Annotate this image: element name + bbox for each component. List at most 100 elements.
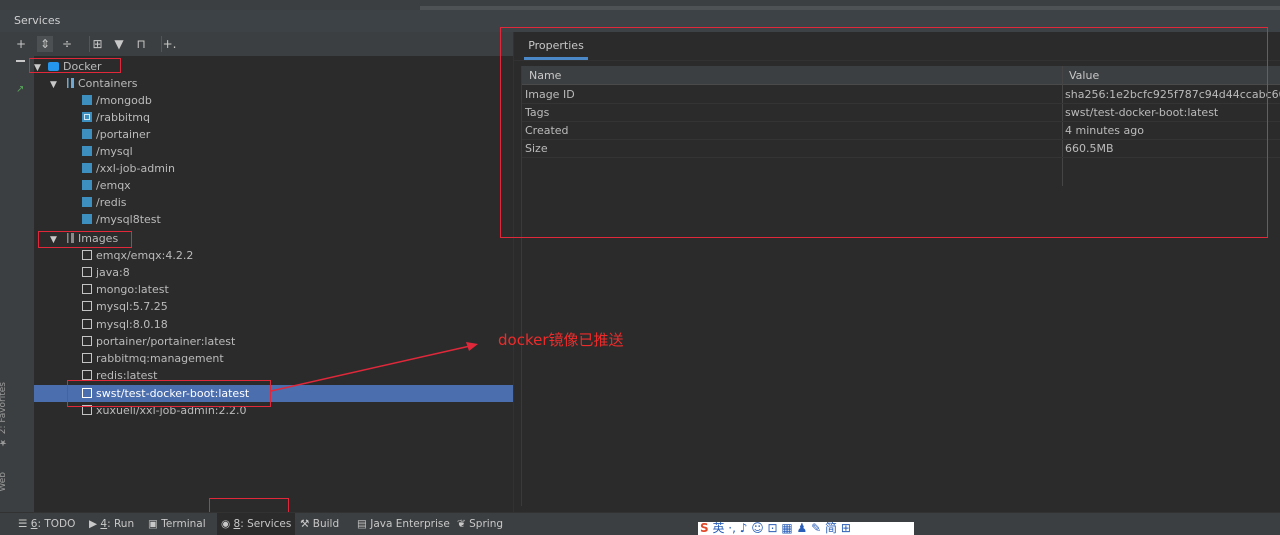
image-item[interactable]: portainer/portainer:latest [82, 333, 235, 350]
container-label: /mongodb [96, 94, 152, 107]
container-item[interactable]: /mongodb [82, 92, 152, 109]
todo-tab[interactable]: ☰ 6: TODO [18, 518, 75, 530]
container-label: /mysql [96, 145, 133, 158]
property-name: Created [525, 124, 569, 137]
table-row[interactable]: Size 660.5MB [522, 140, 1280, 158]
image-item[interactable]: emqx/emqx:4.2.2 [82, 247, 193, 264]
image-item[interactable]: xuxueli/xxl-job-admin:2.2.0 [82, 402, 247, 419]
image-label: redis:latest [96, 369, 158, 382]
image-icon [82, 353, 92, 363]
container-icon [82, 214, 92, 224]
image-label: mongo:latest [96, 283, 169, 296]
running-container-icon [82, 112, 92, 122]
image-label: mysql:5.7.25 [96, 300, 168, 313]
tree-node-images[interactable]: ▼ Images [50, 230, 118, 247]
column-header-value[interactable]: Value [1069, 69, 1099, 82]
services-tab[interactable]: ◉ 8: Services [217, 513, 296, 535]
table-header: Name Value [522, 66, 1280, 85]
image-label: mysql:8.0.18 [96, 318, 168, 331]
tab-label: Java Enterprise [370, 518, 450, 530]
container-icon [82, 163, 92, 173]
tree-label-docker: Docker [63, 60, 102, 73]
container-item[interactable]: /xxl-job-admin [82, 160, 175, 177]
services-toolbar: + ⇕ ÷ ⊞ ▼ ⊓ +. [9, 32, 513, 56]
terminal-tab[interactable]: ▣ Terminal [148, 518, 206, 530]
container-label: /portainer [96, 128, 151, 141]
layout-icon[interactable]: ⊓ [133, 36, 149, 52]
column-header-name[interactable]: Name [529, 69, 561, 82]
properties-table: Name Value Image ID sha256:1e2bcfc925f78… [521, 66, 1280, 506]
image-item[interactable]: mysql:5.7.25 [82, 298, 168, 315]
tab-properties[interactable]: Properties [524, 36, 588, 60]
images-icon [64, 233, 74, 243]
expand-arrow-icon[interactable]: ▼ [34, 60, 48, 77]
add-service-icon[interactable]: + [13, 36, 29, 52]
property-value: 4 minutes ago [1065, 124, 1144, 137]
table-row[interactable]: Image ID sha256:1e2bcfc925f787c94d44ccab… [522, 86, 1280, 104]
tab-label: Terminal [161, 518, 206, 530]
container-label: /xxl-job-admin [96, 162, 175, 175]
image-icon [82, 301, 92, 311]
image-label: rabbitmq:management [96, 352, 224, 365]
tree-node-docker[interactable]: ▼ Docker [34, 58, 102, 75]
container-label: /redis [96, 196, 127, 209]
container-icon [82, 180, 92, 190]
java-enterprise-tab[interactable]: ▤ Java Enterprise [357, 518, 450, 530]
container-item[interactable]: /mysql [82, 143, 133, 160]
hammer-icon: ⚒ [300, 518, 313, 530]
tool-window-title: Services [0, 10, 1280, 32]
container-item[interactable]: /emqx [82, 177, 131, 194]
image-icon [82, 267, 92, 277]
container-item[interactable]: /portainer [82, 126, 150, 143]
table-row[interactable]: Created 4 minutes ago [522, 122, 1280, 140]
image-label: swst/test-docker-boot:latest [96, 387, 250, 400]
run-tab[interactable]: ▶ 4: Run [89, 518, 134, 530]
ime-toolbar[interactable]: S 英 ·, ♪ ☺ ⊡ ▦ ♟ ✎ 简 ⊞ [698, 522, 914, 535]
tree-node-containers[interactable]: ▼ Containers [50, 75, 138, 92]
property-value: sha256:1e2bcfc925f787c94d44ccabc604e40 [1065, 88, 1280, 101]
new-service-icon[interactable]: +. [161, 36, 177, 52]
services-gutter: ↗ [9, 32, 34, 512]
containers-icon [64, 78, 74, 88]
property-value: swst/test-docker-boot:latest [1065, 106, 1219, 119]
build-tab[interactable]: ⚒ Build [300, 518, 339, 530]
expand-arrow-icon[interactable]: ▼ [50, 77, 64, 94]
image-label: portainer/portainer:latest [96, 335, 236, 348]
image-item[interactable]: rabbitmq:management [82, 350, 224, 367]
tab-label: : TODO [37, 518, 76, 530]
tab-label: : Services [240, 518, 292, 530]
tab-label: Build [312, 518, 340, 530]
container-item[interactable]: /redis [82, 194, 127, 211]
image-item-selected[interactable]: swst/test-docker-boot:latest [34, 385, 513, 402]
table-row[interactable]: Tags swst/test-docker-boot:latest [522, 104, 1280, 122]
image-item[interactable]: java:8 [82, 264, 130, 281]
tab-underline-divider [514, 60, 1280, 61]
collapse-icon[interactable] [16, 60, 25, 62]
container-icon [82, 197, 92, 207]
container-icon [82, 146, 92, 156]
image-item[interactable]: mysql:8.0.18 [82, 316, 168, 333]
collapse-all-icon[interactable]: ÷ [59, 36, 75, 52]
group-by-icon[interactable]: ⊞ [89, 36, 105, 52]
container-item[interactable]: /mysql8test [82, 211, 161, 228]
annotation-text: docker镜像已推送 [498, 331, 624, 349]
container-item[interactable]: /rabbitmq [82, 109, 150, 126]
image-icon [82, 319, 92, 329]
spring-tab[interactable]: ❦ Spring [457, 518, 503, 530]
properties-panel: Properties Name Value Image ID sha256:1e… [514, 32, 1280, 512]
tree-label-images: Images [78, 232, 119, 245]
container-icon [82, 95, 92, 105]
image-icon [82, 284, 92, 294]
expand-all-icon[interactable]: ⇕ [37, 36, 53, 52]
expand-arrow-icon[interactable]: ▼ [50, 232, 64, 249]
image-item[interactable]: mongo:latest [82, 281, 169, 298]
filter-icon[interactable]: ▼ [111, 36, 127, 52]
image-icon [82, 250, 92, 260]
tool-window-bar: ☰ 6: TODO ▶ 4: Run ▣ Terminal ◉ 8: Servi… [0, 512, 1280, 535]
container-label: /rabbitmq [96, 111, 151, 124]
services-tree: ▼ Docker ▼ Containers /mongodb /rabbitmq /… [34, 56, 513, 512]
jump-to-source-icon[interactable]: ↗ [16, 84, 24, 95]
image-label: emqx/emqx:4.2.2 [96, 249, 194, 262]
play-icon: ▶ [89, 518, 101, 530]
image-item[interactable]: redis:latest [82, 367, 157, 384]
